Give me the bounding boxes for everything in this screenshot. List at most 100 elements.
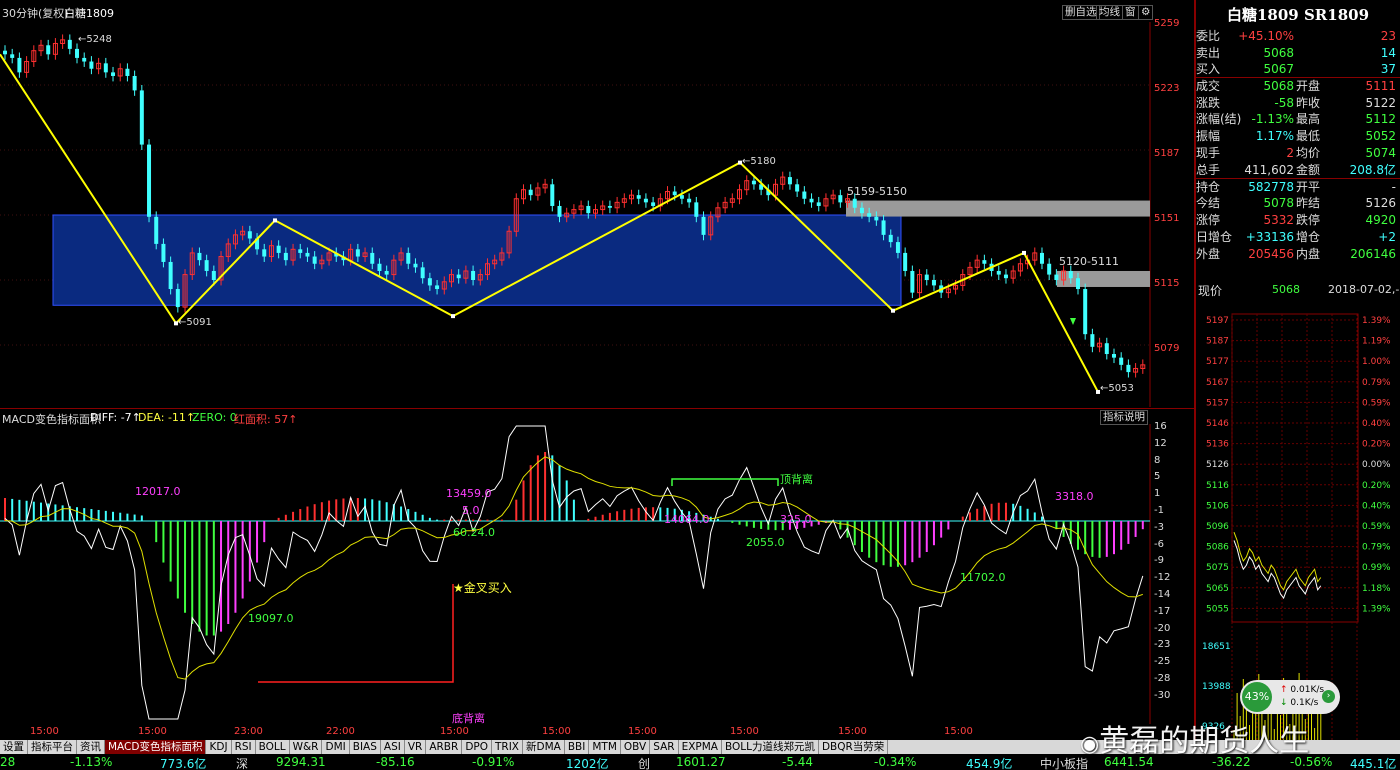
avg-line [1233,532,1322,591]
delete-watch-button[interactable]: 删自选 [1062,5,1100,20]
macd-tick: 5 [1154,471,1161,483]
price-tick: 5223 [1154,83,1180,94]
candle-down [931,280,936,286]
now-price-value: 5068 [1272,283,1300,296]
tab-21[interactable]: BOLL力道线郑元凯 [722,740,819,754]
tab-16[interactable]: BBI [565,740,590,754]
mini-right-tick: 0.79% [1362,378,1391,388]
candle-down [147,144,152,217]
quote-row-label: 今结 [1196,196,1221,210]
macd-label-a9: 11702.0 [960,571,1006,584]
tab-2[interactable]: 资讯 [77,740,105,754]
mini-left-tick: 5157 [1206,398,1229,408]
tab-14[interactable]: TRIX [492,740,523,754]
quote-row-value: 582778 [1248,179,1294,194]
mini-left-tick: 5136 [1206,440,1229,450]
indicator-explain-button[interactable]: 指标说明 [1100,410,1148,425]
time-tick: 15:00 [30,726,59,737]
macd-tick: -28 [1154,673,1171,684]
status-val-11: -5.44 [782,755,814,769]
candle-down [910,270,915,293]
candle-down [816,202,821,206]
quote-row-label: 委比 [1196,29,1221,43]
time-axis: 15:00 15:00 23:00 22:00 15:00 15:00 15:00 15:00… [0,724,1194,740]
quote-row-value2: 4920 [1365,212,1396,227]
macd-axis: 16 12 8 5 1 -1 -3 -6 -9 -12 -14 -17 -20 -23 -25 -28 -30 [1150,421,1196,724]
window-button[interactable]: 窗 [1122,5,1139,20]
tab-20[interactable]: EXPMA [679,740,722,754]
macd-label-a1: 12017.0 [135,485,181,498]
quote-row-label: 日增仓 [1196,230,1233,244]
watermark: ◉黄磊的期货人生 [1080,716,1309,760]
tab-12[interactable]: ARBR [426,740,463,754]
mini-right-tick: 0.00% [1362,460,1391,470]
tab-13[interactable]: DPO [462,740,492,754]
macd-label-a2: 13459.0 [446,487,492,500]
quote-row: 委比 +45.10% 23 [1196,27,1400,44]
candle-down [867,213,872,217]
mini-left-tick: 5146 [1206,419,1229,429]
network-speed-widget[interactable]: 43% ↑ 0.01K/s ↓ 0.1K/s › [1240,680,1340,714]
tab-1[interactable]: 指标平台 [28,740,77,754]
quote-row-value: 5068 [1263,78,1294,93]
macd-label-a8: 2055.0 [746,536,785,549]
macd-label-a7: 325.0 [780,513,812,526]
mini-left-tick: 5116 [1206,481,1229,491]
candle-down [471,270,476,280]
mini-vol-tick: 13988 [1202,682,1231,692]
quote-row-value2: 5111 [1365,78,1396,93]
quote-row-label: 涨幅(结) [1196,112,1242,126]
status-val-2: -1.13% [70,755,113,769]
intraday-line [1233,540,1322,600]
mini-left-tick: 5075 [1206,563,1229,573]
candle-down [636,195,641,199]
tab-18[interactable]: OBV [621,740,651,754]
tab-11[interactable]: VR [405,740,427,754]
time-tick: 15:00 [838,726,867,737]
zone2-label: 5120-5111 [1059,255,1119,268]
tab-0[interactable]: 设置 [0,740,28,754]
quote-row-value: +33136 [1245,229,1294,244]
candle-down [204,260,209,271]
avg-line-button[interactable]: 均线 [1096,5,1123,20]
tab-17[interactable]: MTM [589,740,621,754]
top-divergence-line [671,478,779,486]
tab-22[interactable]: DBQR当劳荣 [819,740,889,754]
macd-label-a10: 3318.0 [1055,490,1094,503]
tab-6[interactable]: BOLL [256,740,290,754]
tab-9[interactable]: BIAS [350,740,381,754]
tab-19[interactable]: SAR [650,740,679,754]
quote-row-value2: 5074 [1365,145,1396,160]
tab-7[interactable]: W&R [290,740,323,754]
price-axis: 5259 5223 5187 5151 5115 5079 [1150,0,1196,408]
candle-down [435,285,440,290]
upload-speed-value: 0.01K/s [1290,685,1325,695]
quote-row-value: 5332 [1263,212,1294,227]
candle-down [1003,274,1008,279]
candle-down [413,263,418,268]
macd-tick: -6 [1154,538,1164,550]
tab-5[interactable]: RSI [232,740,256,754]
macd-tick: -23 [1154,639,1171,651]
macd-tick: -14 [1154,589,1171,600]
quote-row: 振幅 1.17% 最低 5052 [1196,127,1400,144]
quote-row-label2: 增仓 [1296,230,1321,244]
quote-row-value2: 5112 [1365,111,1396,126]
tab-8[interactable]: DMI [322,740,350,754]
mini-right-tick: 0.40% [1362,419,1391,429]
price-chart[interactable]: ←5248 ←5091 ←5180 ←5053 5159-5150 5120-5111 [0,22,1194,407]
macd-chart [0,424,1151,724]
candle-down [125,68,130,76]
mini-right-tick: 1.19% [1362,337,1391,347]
mini-left-tick: 5096 [1206,522,1229,532]
top-divergence-label: 顶背离 [780,473,813,486]
candle-down [1047,263,1052,275]
tab-4[interactable]: KDJ [206,740,232,754]
tab-3[interactable]: MACD变色指标面积 [105,740,207,754]
consolidation-zone [52,214,902,306]
tab-10[interactable]: ASI [381,740,405,754]
mini-right-tick: 1.00% [1362,357,1391,367]
expand-icon[interactable]: › [1322,690,1335,703]
tab-15[interactable]: 新DMA [523,740,565,754]
quote-row-label2: 跌停 [1296,213,1321,227]
